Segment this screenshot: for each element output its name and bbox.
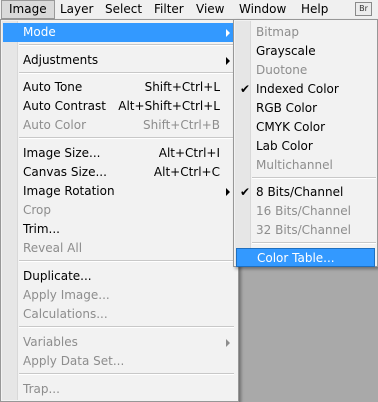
menu-item-label: Grayscale — [256, 44, 316, 58]
menu-item-trap[interactable]: Trap... — [3, 380, 236, 399]
menu-item-label: Image Size... — [23, 146, 101, 160]
menu-layer[interactable]: Layer — [53, 0, 100, 19]
menu-separator — [19, 137, 234, 139]
menu-separator — [19, 326, 234, 328]
menu-item-label: Multichannel — [256, 158, 333, 172]
menu-item-indexed-color[interactable]: ✔ Indexed Color — [236, 80, 375, 99]
menu-item-apply-image[interactable]: Apply Image... — [3, 286, 236, 305]
menu-item-label: Auto Color — [23, 118, 87, 132]
image-menu: Mode Adjustments Auto Tone Shift+Ctrl+L … — [0, 19, 239, 402]
menu-item-label: Mode — [23, 25, 56, 39]
menu-item-label: Image Rotation — [23, 184, 115, 198]
menu-item-label: Apply Image... — [23, 288, 110, 302]
submenu-arrow-icon — [226, 339, 230, 347]
menu-item-label: 8 Bits/Channel — [256, 185, 344, 199]
menu-item-label: Crop — [23, 203, 52, 217]
menu-item-trim[interactable]: Trim... — [3, 220, 236, 239]
menu-item-grayscale[interactable]: Grayscale — [236, 42, 375, 61]
menu-separator — [19, 44, 234, 46]
menu-separator — [19, 373, 234, 375]
menu-image[interactable]: Image — [1, 0, 55, 19]
menu-item-shortcut: Alt+Ctrl+C — [153, 165, 220, 179]
menu-item-label: RGB Color — [256, 101, 318, 115]
menu-item-label: 32 Bits/Channel — [256, 223, 351, 237]
submenu-arrow-icon — [226, 57, 230, 65]
menu-item-multichannel[interactable]: Multichannel — [236, 156, 375, 175]
menu-item-label: Trim... — [23, 222, 60, 236]
menu-separator — [252, 177, 376, 179]
submenu-arrow-icon — [226, 188, 230, 196]
bridge-button[interactable]: Br — [355, 2, 372, 16]
menu-select[interactable]: Select — [98, 0, 149, 19]
menu-item-variables[interactable]: Variables — [3, 333, 236, 352]
menu-item-shortcut: Alt+Shift+Ctrl+L — [118, 99, 220, 113]
menu-item-label: Auto Tone — [23, 80, 83, 94]
menu-item-lab-color[interactable]: Lab Color — [236, 137, 375, 156]
menu-item-crop[interactable]: Crop — [3, 201, 236, 220]
menu-item-label: Duplicate... — [23, 269, 92, 283]
menu-item-duplicate[interactable]: Duplicate... — [3, 267, 236, 286]
menu-separator — [252, 242, 376, 244]
menu-item-cmyk-color[interactable]: CMYK Color — [236, 118, 375, 137]
menu-item-label: Canvas Size... — [23, 165, 107, 179]
menu-item-auto-color[interactable]: Auto Color Shift+Ctrl+B — [3, 116, 236, 135]
menu-item-label: Calculations... — [23, 307, 108, 321]
menu-item-image-size[interactable]: Image Size... Alt+Ctrl+I — [3, 144, 236, 163]
menu-item-32-bits[interactable]: 32 Bits/Channel — [236, 221, 375, 240]
menu-item-shortcut: Shift+Ctrl+L — [144, 80, 220, 94]
menu-item-rgb-color[interactable]: RGB Color — [236, 99, 375, 118]
menu-item-label: Adjustments — [23, 53, 99, 67]
menu-separator — [19, 260, 234, 262]
menu-bar: Image Layer Select Filter View Window He… — [0, 0, 378, 20]
menu-window[interactable]: Window — [232, 0, 293, 19]
submenu-arrow-icon — [226, 29, 230, 37]
menu-item-duotone[interactable]: Duotone — [236, 61, 375, 80]
menu-item-label: Bitmap — [256, 25, 299, 39]
menu-item-calculations[interactable]: Calculations... — [3, 305, 236, 324]
menu-item-label: Variables — [23, 335, 78, 349]
menu-item-8-bits[interactable]: ✔ 8 Bits/Channel — [236, 183, 375, 202]
menu-item-16-bits[interactable]: 16 Bits/Channel — [236, 202, 375, 221]
menu-item-label: Duotone — [256, 63, 308, 77]
menu-item-image-rotation[interactable]: Image Rotation — [3, 182, 236, 201]
menu-item-auto-contrast[interactable]: Auto Contrast Alt+Shift+Ctrl+L — [3, 97, 236, 116]
menu-item-shortcut: Shift+Ctrl+B — [143, 118, 220, 132]
check-icon: ✔ — [240, 185, 251, 199]
menu-separator — [19, 72, 234, 74]
menu-item-shortcut: Alt+Ctrl+I — [158, 146, 220, 160]
menu-item-mode[interactable]: Mode — [3, 23, 236, 42]
menu-item-label: Auto Contrast — [23, 99, 106, 113]
menu-filter[interactable]: Filter — [147, 0, 191, 19]
mode-submenu: Bitmap Grayscale Duotone ✔ Indexed Color… — [233, 19, 378, 267]
check-icon: ✔ — [240, 82, 251, 96]
menu-item-label: Apply Data Set... — [23, 354, 125, 368]
menu-help[interactable]: Help — [294, 0, 335, 19]
menu-item-label: Indexed Color — [256, 82, 339, 96]
menu-item-label: Color Table... — [257, 251, 335, 265]
menu-view[interactable]: View — [189, 0, 231, 19]
menu-item-label: Reveal All — [23, 241, 83, 255]
menu-item-color-table[interactable]: Color Table... — [236, 248, 375, 267]
menu-item-adjustments[interactable]: Adjustments — [3, 51, 236, 70]
menu-item-canvas-size[interactable]: Canvas Size... Alt+Ctrl+C — [3, 163, 236, 182]
menu-item-label: 16 Bits/Channel — [256, 204, 351, 218]
menu-item-apply-data-set[interactable]: Apply Data Set... — [3, 352, 236, 371]
menu-item-auto-tone[interactable]: Auto Tone Shift+Ctrl+L — [3, 78, 236, 97]
menu-item-label: CMYK Color — [256, 120, 326, 134]
menu-item-reveal-all[interactable]: Reveal All — [3, 239, 236, 258]
menu-item-label: Trap... — [23, 382, 60, 396]
menu-item-label: Lab Color — [256, 139, 313, 153]
menu-item-bitmap[interactable]: Bitmap — [236, 23, 375, 42]
